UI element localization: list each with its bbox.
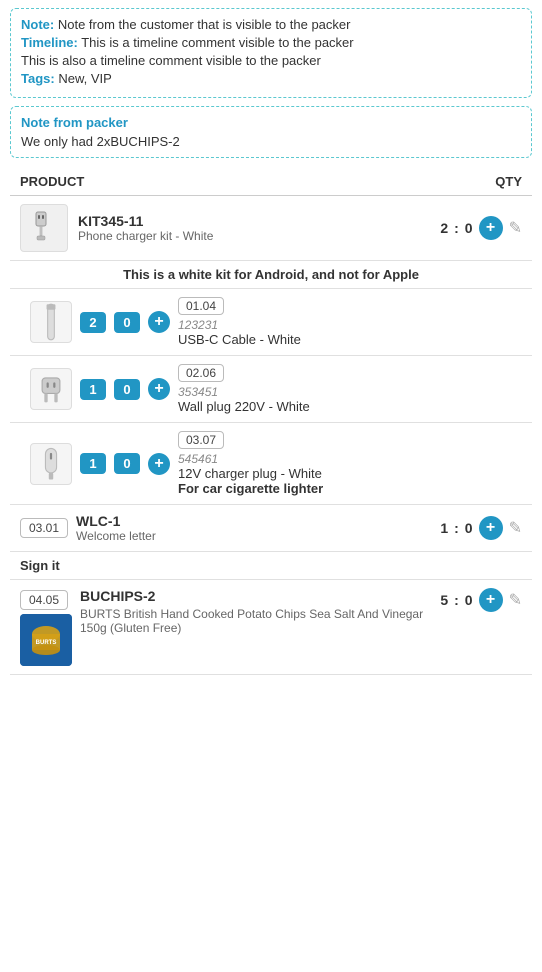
timeline-text: This is a timeline comment visible to th… bbox=[81, 35, 353, 50]
buchips-qty-picked: 5 bbox=[440, 592, 448, 608]
wlc-plus-button[interactable]: + bbox=[479, 516, 503, 540]
buchips-left: 04.05 BURTS bbox=[20, 590, 72, 666]
car-charger-icon bbox=[31, 444, 71, 484]
sub2-name: Wall plug 220V - White bbox=[178, 399, 310, 414]
wlc-qty-picked: 1 bbox=[440, 520, 448, 536]
sub3-plus-button[interactable]: + bbox=[148, 453, 170, 475]
timeline-label: Timeline: bbox=[21, 35, 78, 50]
sign-it-note: Sign it bbox=[10, 552, 532, 580]
sub-item-usbc: 2 0 + 01.04 123231 USB-C Cable - White bbox=[10, 289, 532, 356]
packer-note-title: Note from packer bbox=[21, 115, 521, 130]
sub2-plus-button[interactable]: + bbox=[148, 378, 170, 400]
wlc-badge: 03.01 bbox=[20, 518, 68, 538]
sub1-badge: 01.04 bbox=[178, 297, 224, 315]
kit-plus-button[interactable]: + bbox=[479, 216, 503, 240]
sub1-info: 01.04 123231 USB-C Cable - White bbox=[178, 297, 522, 347]
wlc-product-row: 03.01 WLC-1 Welcome letter 1 : 0 + ✎ bbox=[10, 505, 532, 552]
wlc-qty-sep: : bbox=[454, 520, 459, 536]
sub1-code: 123231 bbox=[178, 318, 218, 332]
packer-note-box: Note from packer We only had 2xBUCHIPS-2 bbox=[10, 106, 532, 158]
col-product-header: PRODUCT bbox=[20, 174, 432, 189]
sub-item-wallplug: 1 0 + 02.06 353451 Wall plug 220V - Whit… bbox=[10, 356, 532, 423]
product-table: PRODUCT QTY KIT345-11 Phone charger kit … bbox=[10, 168, 532, 675]
col-qty-header: QTY bbox=[432, 174, 522, 189]
buchips-badge: 04.05 bbox=[20, 590, 68, 610]
svg-text:BURTS: BURTS bbox=[36, 640, 57, 646]
timeline-line-2: This is also a timeline comment visible … bbox=[21, 53, 521, 68]
sub-item-carcharger: 1 0 + 03.07 545461 12V charger plug - Wh… bbox=[10, 423, 532, 505]
buchips-code: BUCHIPS-2 bbox=[80, 588, 155, 604]
kit-qty-total: 0 bbox=[465, 220, 473, 236]
buchips-product-row: 04.05 BURTS BUCHIPS-2 BURTS British Hand… bbox=[10, 580, 532, 675]
buchips-edit-button[interactable]: ✎ bbox=[509, 590, 522, 610]
tags-line: Tags: New, VIP bbox=[21, 71, 521, 86]
sub1-qty-total: 0 bbox=[114, 312, 140, 333]
sub2-badge: 02.06 bbox=[178, 364, 224, 382]
note-text: Note from the customer that is visible t… bbox=[58, 17, 351, 32]
sub3-info: 03.07 545461 12V charger plug - White Fo… bbox=[178, 431, 522, 496]
buchips-info: BUCHIPS-2 BURTS British Hand Cooked Pota… bbox=[80, 588, 432, 635]
tags-text: New, VIP bbox=[58, 71, 111, 86]
buchips-qty-total: 0 bbox=[465, 592, 473, 608]
charger-kit-icon bbox=[26, 210, 62, 246]
usb-cable-icon bbox=[31, 302, 71, 342]
buchips-plus-button[interactable]: + bbox=[479, 588, 503, 612]
kit-product-image bbox=[20, 204, 68, 252]
sub2-code: 353451 bbox=[178, 385, 218, 399]
sub3-qty-total: 0 bbox=[114, 453, 140, 474]
buchips-qty-sep: : bbox=[454, 592, 459, 608]
kit-edit-button[interactable]: ✎ bbox=[509, 218, 522, 238]
usb-cable-image bbox=[30, 301, 72, 343]
wlc-qty-total: 0 bbox=[465, 520, 473, 536]
buchips-header: BUCHIPS-2 bbox=[80, 588, 432, 604]
kit-product-name: Phone charger kit - White bbox=[78, 229, 440, 243]
sub1-plus-button[interactable]: + bbox=[148, 311, 170, 333]
kit-qty-picked: 2 bbox=[440, 220, 448, 236]
sub2-info: 02.06 353451 Wall plug 220V - White bbox=[178, 364, 522, 414]
sub3-code: 545461 bbox=[178, 452, 218, 466]
sub2-qty-picked: 1 bbox=[80, 379, 106, 400]
timeline-line: Timeline: This is a timeline comment vis… bbox=[21, 35, 521, 50]
wall-plug-icon bbox=[31, 369, 71, 409]
customer-info-box: Note: Note from the customer that is vis… bbox=[10, 8, 532, 98]
kit-product-info: KIT345-11 Phone charger kit - White bbox=[78, 213, 440, 243]
buchips-name: BURTS British Hand Cooked Potato Chips S… bbox=[80, 607, 432, 635]
kit-product-row: KIT345-11 Phone charger kit - White 2 : … bbox=[10, 196, 532, 261]
car-charger-image bbox=[30, 443, 72, 485]
wlc-code: WLC-1 bbox=[76, 513, 432, 529]
packer-note-text: We only had 2xBUCHIPS-2 bbox=[21, 134, 521, 149]
note-label: Note: bbox=[21, 17, 54, 32]
wlc-name: Welcome letter bbox=[76, 529, 432, 543]
sub2-qty-total: 0 bbox=[114, 379, 140, 400]
wlc-qty: 1 : 0 + ✎ bbox=[440, 516, 522, 540]
sub3-name: 12V charger plug - White bbox=[178, 466, 322, 481]
sub3-badge: 03.07 bbox=[178, 431, 224, 449]
sub3-qty-picked: 1 bbox=[80, 453, 106, 474]
wall-plug-image bbox=[30, 368, 72, 410]
sub1-qty-picked: 2 bbox=[80, 312, 106, 333]
note-line: Note: Note from the customer that is vis… bbox=[21, 17, 521, 32]
sub1-name: USB-C Cable - White bbox=[178, 332, 301, 347]
wlc-info: WLC-1 Welcome letter bbox=[76, 513, 432, 543]
sub3-extra-note: For car cigarette lighter bbox=[178, 481, 323, 496]
kit-product-qty: 2 : 0 + ✎ bbox=[440, 216, 522, 240]
buchips-image: BURTS bbox=[20, 614, 72, 666]
chips-bag-icon: BURTS bbox=[20, 614, 72, 666]
kit-note: This is a white kit for Android, and not… bbox=[10, 261, 532, 289]
wlc-edit-button[interactable]: ✎ bbox=[509, 518, 522, 538]
table-header: PRODUCT QTY bbox=[10, 168, 532, 196]
buchips-qty: 5 : 0 + ✎ bbox=[440, 588, 522, 612]
kit-product-code: KIT345-11 bbox=[78, 213, 440, 229]
tags-label: Tags: bbox=[21, 71, 55, 86]
timeline-text-2: This is also a timeline comment visible … bbox=[21, 53, 321, 68]
kit-qty-sep: : bbox=[454, 220, 459, 236]
